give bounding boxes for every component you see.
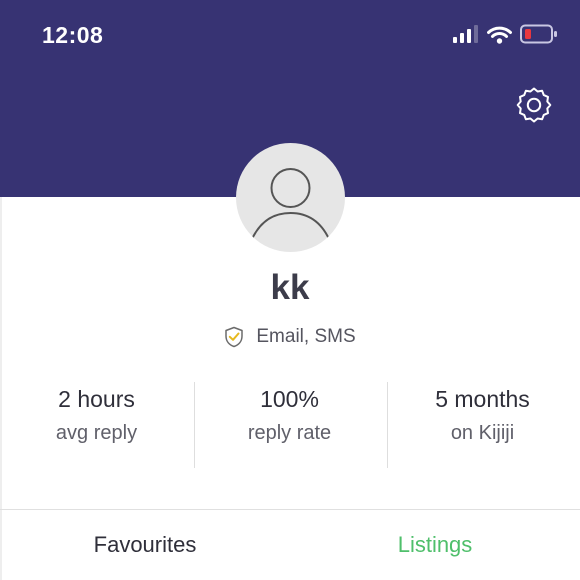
profile-tabs: Favourites Listings (0, 532, 580, 558)
user-avatar-icon (251, 168, 330, 240)
profile-avatar[interactable] (236, 143, 345, 252)
battery-icon (520, 24, 557, 44)
verification-text: Email, SMS (256, 326, 356, 347)
stat-label: on Kijiji (450, 422, 515, 444)
stat-label: reply rate (247, 422, 332, 444)
shield-check-icon (225, 326, 244, 348)
stat-label: avg reply (55, 422, 138, 444)
profile-name: kk (270, 268, 310, 307)
tab-listings[interactable]: Listings (290, 532, 580, 558)
signal-icon (453, 25, 478, 43)
status-icons (452, 24, 558, 44)
profile-stats: 2 hours avg reply 100% reply rate 5 mont… (0, 380, 580, 468)
gear-icon (516, 87, 552, 123)
tabs-divider (0, 509, 580, 510)
status-time: 12:08 (42, 22, 104, 48)
stat-avg-reply: 2 hours avg reply (0, 380, 193, 468)
wifi-icon (487, 26, 512, 44)
settings-button[interactable] (514, 84, 554, 124)
profile-screen: 12:08 kk Email, SMS 2 hours avg reply 10… (0, 0, 580, 580)
stat-value: 2 hours (58, 386, 135, 412)
stat-on-kijiji: 5 months on Kijiji (386, 380, 579, 468)
stat-value: 5 months (435, 386, 530, 412)
tab-favourites[interactable]: Favourites (0, 532, 290, 558)
stat-reply-rate: 100% reply rate (193, 380, 386, 468)
verification-row: Email, SMS (0, 326, 580, 348)
stat-value: 100% (260, 386, 319, 412)
